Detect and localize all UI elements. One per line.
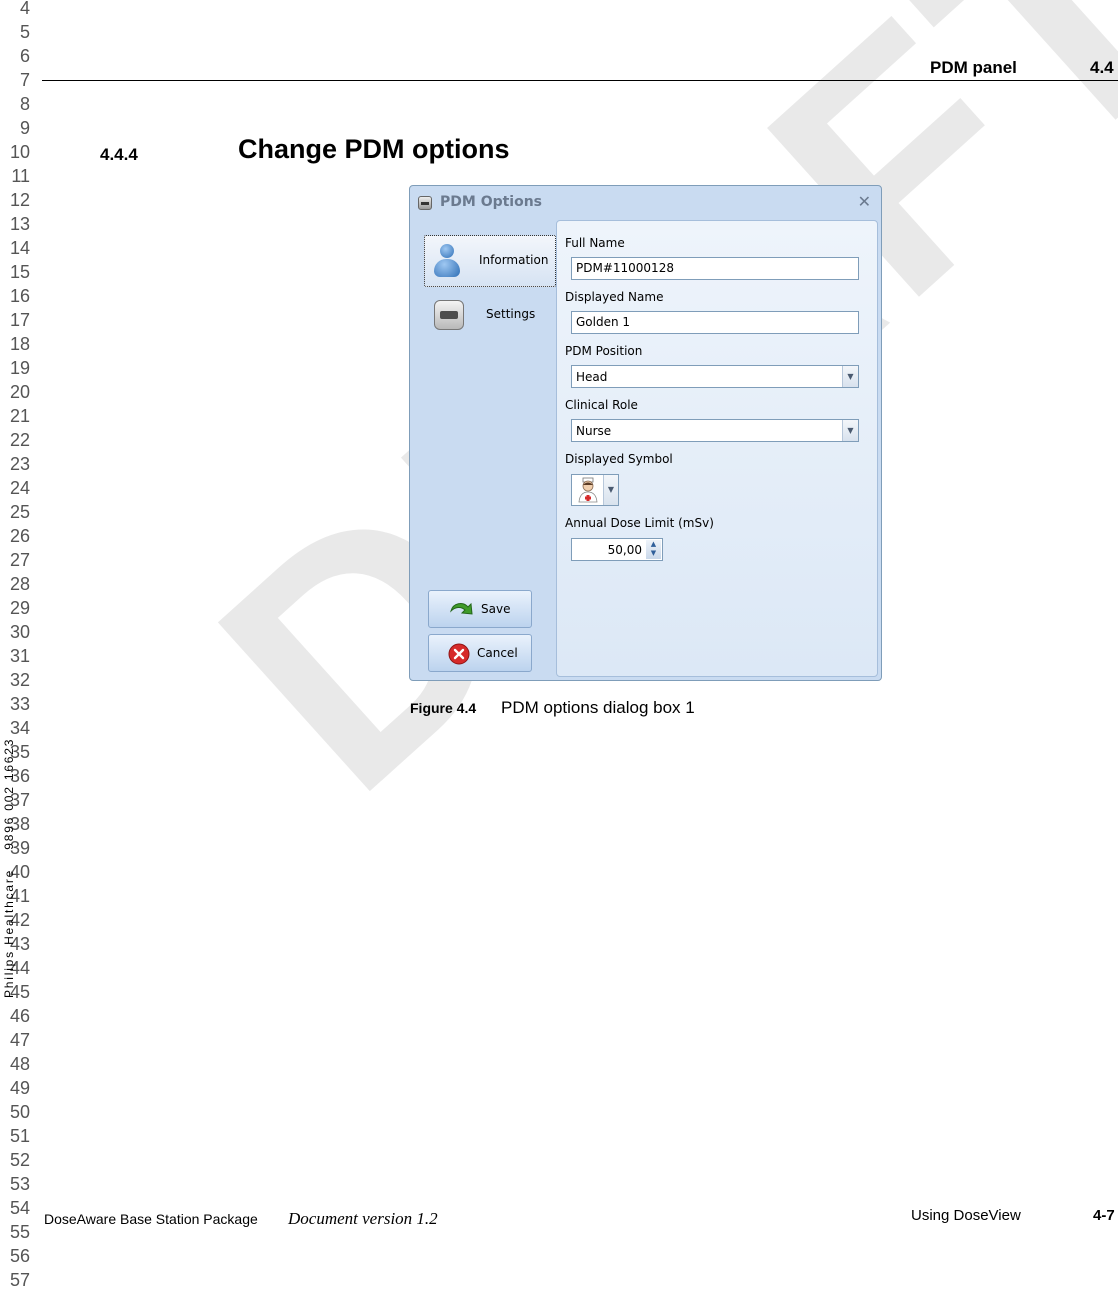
line-number: 55 [9, 1222, 30, 1242]
full-name-input[interactable]: PDM#11000128 [571, 257, 859, 280]
information-panel: Full Name PDM#11000128 Displayed Name Go… [556, 220, 878, 677]
section-title: Change PDM options [238, 134, 510, 164]
line-number: 17 [9, 310, 30, 330]
pdm-position-select[interactable]: Head ▼ [571, 365, 859, 388]
side-label-company: Philips Healthcare [2, 868, 16, 998]
line-number: 20 [9, 382, 30, 402]
clinical-role-select[interactable]: Nurse ▼ [571, 419, 859, 442]
displayed-symbol-select[interactable]: ▼ [571, 474, 619, 506]
line-number: 47 [9, 1030, 30, 1050]
cancel-label: Cancel [477, 646, 518, 660]
save-button[interactable]: Save [428, 590, 532, 628]
close-icon[interactable]: ✕ [858, 192, 871, 211]
chevron-down-icon[interactable]: ▼ [842, 420, 858, 441]
line-number: 50 [9, 1102, 30, 1122]
line-number: 4 [19, 0, 30, 18]
line-number: 52 [9, 1150, 30, 1170]
line-number: 49 [9, 1078, 30, 1098]
line-number: 11 [11, 166, 30, 186]
line-number: 22 [9, 430, 30, 450]
displayed-name-input[interactable]: Golden 1 [571, 311, 859, 334]
line-number: 14 [9, 238, 30, 258]
line-number: 26 [9, 526, 30, 546]
save-label: Save [481, 602, 511, 616]
line-number: 24 [9, 478, 30, 498]
dialog-titlebar[interactable]: PDM Options ✕ [410, 186, 881, 220]
line-number: 18 [9, 334, 30, 354]
header-chapter: PDM panel [930, 58, 1017, 77]
displayed-symbol-label: Displayed Symbol [565, 452, 673, 466]
line-number: 12 [9, 190, 30, 210]
dialog-title: PDM Options [440, 194, 543, 210]
line-number: 10 [9, 142, 30, 162]
clinical-role-label: Clinical Role [565, 398, 638, 412]
line-number: 53 [9, 1174, 30, 1194]
nav-item-information[interactable]: Information [424, 235, 556, 287]
annual-dose-limit-label: Annual Dose Limit (mSv) [565, 516, 714, 530]
full-name-label: Full Name [565, 236, 625, 250]
nav-item-settings[interactable]: Settings [424, 290, 556, 342]
line-number: 30 [9, 622, 30, 642]
chevron-down-icon[interactable]: ▼ [603, 475, 618, 505]
line-number: 29 [9, 598, 30, 618]
line-number: 8 [19, 94, 30, 114]
section-number: 4.4.4 [100, 145, 138, 164]
line-number: 23 [9, 454, 30, 474]
line-number: 19 [9, 358, 30, 378]
nav-item-label: Information [479, 253, 549, 267]
cancel-button[interactable]: Cancel [428, 634, 532, 672]
line-number: 7 [19, 70, 30, 90]
footer-version: Document version 1.2 [288, 1209, 438, 1228]
figure-caption: PDM options dialog box 1 [501, 698, 695, 717]
chevron-down-icon[interactable]: ▼ [842, 366, 858, 387]
line-number: 46 [9, 1006, 30, 1026]
pdm-position-value: Head [576, 370, 608, 384]
displayed-name-label: Displayed Name [565, 290, 664, 304]
person-icon [433, 244, 461, 280]
side-label: Philips Healthcare 9896 002 16623 [2, 658, 18, 998]
annual-dose-limit-stepper[interactable]: 50,00 ▲ ▼ [571, 538, 663, 561]
line-number: 16 [9, 286, 30, 306]
nav-item-label: Settings [486, 307, 536, 321]
side-label-doc-code: 9896 002 16623 [2, 737, 16, 850]
line-number: 5 [19, 22, 30, 42]
cancel-x-icon [447, 642, 471, 666]
line-number: 21 [9, 406, 30, 426]
figure-label: Figure 4.4 [410, 700, 477, 716]
save-arrow-icon [449, 599, 473, 619]
footer-page-number: 4-7 [1093, 1207, 1115, 1224]
dialog-nav: Information Settings Save Cancel [416, 220, 556, 675]
nurse-icon [576, 477, 600, 503]
pdm-position-label: PDM Position [565, 344, 643, 358]
line-number: 9 [19, 118, 30, 138]
line-number: 28 [9, 574, 30, 594]
footer-section: Using DoseView [911, 1207, 1021, 1224]
window-icon [418, 196, 432, 210]
header-number: 4.4 [1090, 58, 1114, 77]
line-number: 27 [9, 550, 30, 570]
stepper-arrows-icon[interactable]: ▲ ▼ [646, 540, 661, 559]
settings-icon [434, 300, 464, 330]
line-number: 15 [9, 262, 30, 282]
line-number: 54 [9, 1198, 30, 1218]
pdm-options-dialog: PDM Options ✕ Information Settings Save [409, 185, 882, 681]
line-number: 6 [19, 46, 30, 66]
clinical-role-value: Nurse [576, 424, 612, 438]
annual-dose-limit-value: 50,00 [607, 543, 642, 557]
line-number: 48 [9, 1054, 30, 1074]
footer-product: DoseAware Base Station Package [44, 1211, 258, 1227]
header-rule [42, 80, 1118, 81]
line-number: 57 [9, 1270, 30, 1290]
line-number: 25 [9, 502, 30, 522]
line-number: 51 [9, 1126, 30, 1146]
line-number: 56 [9, 1246, 30, 1266]
line-number: 13 [9, 214, 30, 234]
